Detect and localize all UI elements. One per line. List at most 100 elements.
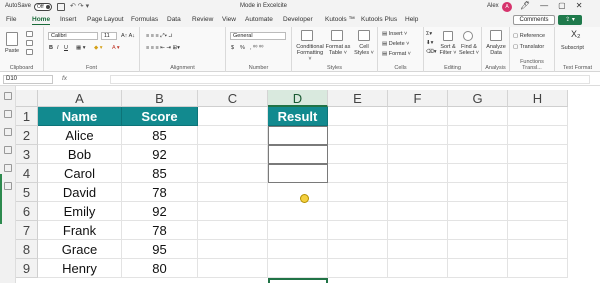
cell-g8[interactable] bbox=[448, 240, 508, 259]
percent-button[interactable]: % bbox=[240, 45, 245, 51]
insert-cells-button[interactable]: ▤ Insert ˅ bbox=[382, 31, 407, 37]
rail-tool-icon[interactable] bbox=[4, 146, 12, 154]
row-header-7[interactable]: 7 bbox=[16, 221, 38, 240]
cell-g1[interactable] bbox=[448, 107, 508, 126]
cell-h9[interactable] bbox=[508, 259, 568, 278]
row-header-8[interactable]: 8 bbox=[16, 240, 38, 259]
subscript-button[interactable]: Subscript bbox=[561, 45, 584, 51]
delete-cells-button[interactable]: ▤ Delete ˅ bbox=[382, 41, 409, 47]
font-grow-icon[interactable]: A↑ A↓ bbox=[121, 33, 135, 39]
cell-h3[interactable] bbox=[508, 145, 568, 164]
cell-e9[interactable] bbox=[328, 259, 388, 278]
cell-f2[interactable] bbox=[388, 126, 448, 145]
bold-button[interactable]: B bbox=[49, 45, 53, 51]
cell-d6[interactable] bbox=[268, 202, 328, 221]
result-cell[interactable] bbox=[268, 145, 328, 164]
cell-f9[interactable] bbox=[388, 259, 448, 278]
tab-kutools-plus[interactable]: Kutools Plus bbox=[361, 16, 397, 23]
cell-a3[interactable]: Bob bbox=[38, 145, 122, 164]
cell-g9[interactable] bbox=[448, 259, 508, 278]
cell-e6[interactable] bbox=[328, 202, 388, 221]
formula-input[interactable] bbox=[110, 75, 590, 84]
fill-icon[interactable]: ⬇▾ bbox=[426, 40, 433, 46]
paste-label[interactable]: Paste bbox=[5, 48, 19, 54]
row-header-3[interactable]: 3 bbox=[16, 145, 38, 164]
analyze-data-icon[interactable] bbox=[490, 30, 502, 41]
cell-f5[interactable] bbox=[388, 183, 448, 202]
format-as-table-button[interactable]: Format as Table ˅ bbox=[325, 44, 351, 56]
cell-c8[interactable] bbox=[198, 240, 268, 259]
column-header-g[interactable]: G bbox=[448, 90, 508, 107]
decimal-icons[interactable]: , ⁰⁰ ⁰⁰ bbox=[250, 45, 263, 51]
underline-button[interactable]: U bbox=[64, 45, 68, 51]
cell-h1[interactable] bbox=[508, 107, 568, 126]
cell-d8[interactable] bbox=[268, 240, 328, 259]
cell-a7[interactable]: Frank bbox=[38, 221, 122, 240]
tab-developer[interactable]: Developer bbox=[283, 16, 313, 23]
cell-c3[interactable] bbox=[198, 145, 268, 164]
result-cell[interactable] bbox=[268, 126, 328, 145]
sum-icon[interactable]: Σ▾ bbox=[426, 31, 432, 37]
name-box[interactable]: D10 bbox=[3, 75, 53, 84]
cell-g5[interactable] bbox=[448, 183, 508, 202]
font-color-icon[interactable]: A ▾ bbox=[112, 45, 120, 51]
tab-review[interactable]: Review bbox=[192, 16, 213, 23]
cell-a1[interactable]: Name bbox=[38, 107, 122, 126]
cell-d7[interactable] bbox=[268, 221, 328, 240]
cell-g4[interactable] bbox=[448, 164, 508, 183]
row-header-9[interactable]: 9 bbox=[16, 259, 38, 278]
find-select-icon[interactable] bbox=[463, 31, 473, 41]
horizontal-align-icons[interactable]: ≡ ≡ ≡ ⇤ ⇥ ⊞▾ bbox=[146, 45, 180, 51]
clear-icon[interactable]: ⌫▾ bbox=[426, 49, 437, 55]
result-header[interactable]: Result bbox=[268, 107, 328, 126]
active-cell-d10[interactable] bbox=[268, 278, 328, 283]
cell-c4[interactable] bbox=[198, 164, 268, 183]
cell-c6[interactable] bbox=[198, 202, 268, 221]
reference-button[interactable]: ▢ Reference bbox=[513, 33, 545, 39]
format-painter-icon[interactable] bbox=[26, 49, 33, 55]
rail-tool-icon[interactable] bbox=[4, 182, 12, 190]
cell-d5[interactable] bbox=[268, 183, 328, 202]
paste-icon[interactable] bbox=[6, 32, 18, 46]
cell-h6[interactable] bbox=[508, 202, 568, 221]
cell-e1[interactable] bbox=[328, 107, 388, 126]
rail-tool-icon[interactable] bbox=[4, 110, 12, 118]
cell-d9[interactable] bbox=[268, 259, 328, 278]
cell-b3[interactable]: 92 bbox=[122, 145, 198, 164]
cell-h2[interactable] bbox=[508, 126, 568, 145]
cell-b7[interactable]: 78 bbox=[122, 221, 198, 240]
translator-button[interactable]: ▢ Translator bbox=[513, 44, 544, 50]
fx-icon[interactable]: fx bbox=[62, 75, 67, 82]
tab-automate[interactable]: Automate bbox=[245, 16, 273, 23]
subscript-icon[interactable]: X₂ bbox=[571, 30, 581, 39]
tab-help[interactable]: Help bbox=[405, 16, 418, 23]
column-header-b[interactable]: B bbox=[122, 90, 198, 107]
cell-c9[interactable] bbox=[198, 259, 268, 278]
cell-a5[interactable]: David bbox=[38, 183, 122, 202]
tab-insert[interactable]: Insert bbox=[60, 16, 76, 23]
cell-a6[interactable]: Emily bbox=[38, 202, 122, 221]
cell-g6[interactable] bbox=[448, 202, 508, 221]
column-header-f[interactable]: F bbox=[388, 90, 448, 107]
row-header-6[interactable]: 6 bbox=[16, 202, 38, 221]
cell-h8[interactable] bbox=[508, 240, 568, 259]
rail-tool-icon[interactable] bbox=[4, 128, 12, 136]
column-header-h[interactable]: H bbox=[508, 90, 568, 107]
find-select-button[interactable]: Find & Select ˅ bbox=[458, 44, 480, 56]
column-header-c[interactable]: C bbox=[198, 90, 268, 107]
sort-filter-button[interactable]: Sort & Filter ˅ bbox=[438, 44, 458, 56]
row-header-2[interactable]: 2 bbox=[16, 126, 38, 145]
cell-a8[interactable]: Grace bbox=[38, 240, 122, 259]
currency-button[interactable]: $ bbox=[231, 45, 234, 51]
cell-g7[interactable] bbox=[448, 221, 508, 240]
cell-e8[interactable] bbox=[328, 240, 388, 259]
column-header-d[interactable]: D bbox=[268, 90, 328, 107]
cut-icon[interactable] bbox=[26, 31, 33, 37]
comments-button[interactable]: Comments bbox=[513, 15, 555, 25]
borders-icon[interactable]: ▦ ▾ bbox=[76, 45, 86, 51]
cell-f4[interactable] bbox=[388, 164, 448, 183]
cell-h7[interactable] bbox=[508, 221, 568, 240]
conditional-formatting-button[interactable]: Conditional Formatting ˅ bbox=[295, 44, 325, 62]
cell-f3[interactable] bbox=[388, 145, 448, 164]
cell-c5[interactable] bbox=[198, 183, 268, 202]
